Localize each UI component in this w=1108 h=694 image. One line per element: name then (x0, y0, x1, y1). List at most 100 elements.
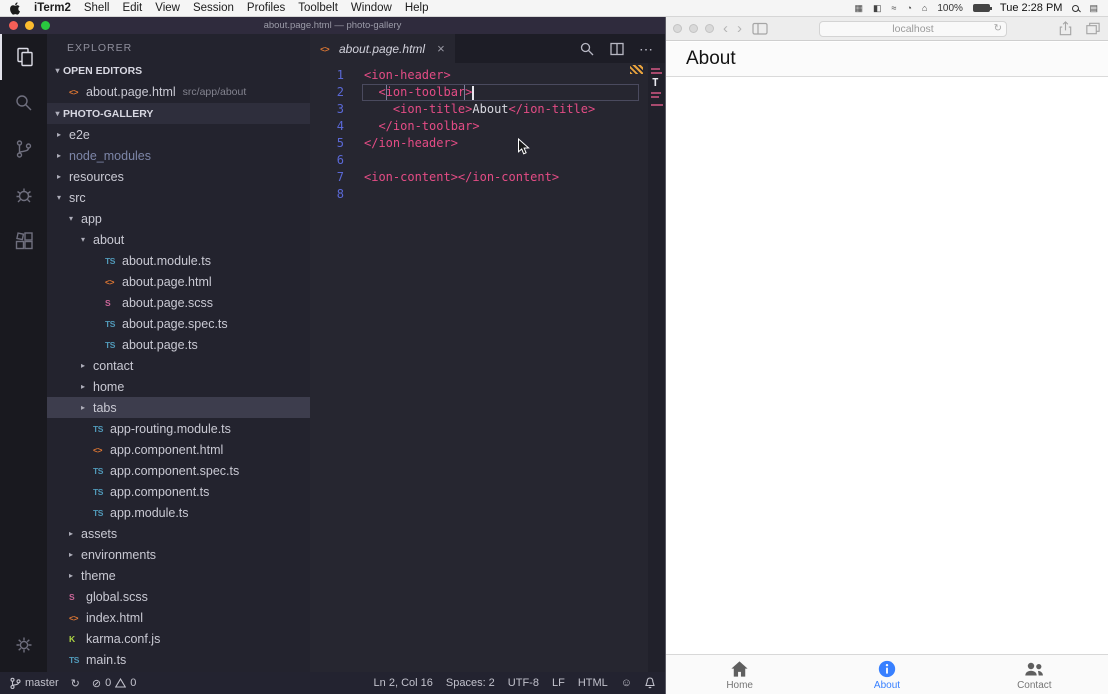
language-mode-status[interactable]: HTML (578, 677, 608, 689)
feedback-smiley-icon[interactable]: ☺ (621, 677, 632, 689)
tree-item-app-component-spec-ts[interactable]: TSapp.component.spec.ts (47, 460, 310, 481)
explorer-activity-button[interactable] (0, 34, 47, 80)
tree-item-about-module-ts[interactable]: TSabout.module.ts (47, 250, 310, 271)
close-window-button[interactable] (9, 21, 18, 30)
tree-item-tabs[interactable]: ▸tabs (47, 397, 310, 418)
tree-item-karma-conf-js[interactable]: Kkarma.conf.js (47, 628, 310, 649)
tree-item-about-page-spec-ts[interactable]: TSabout.page.spec.ts (47, 313, 310, 334)
overview-ruler-marker (630, 65, 643, 74)
tab-overview-icon[interactable] (1084, 20, 1101, 37)
minimize-window-button[interactable] (689, 24, 698, 33)
menu-profiles[interactable]: Profiles (247, 2, 285, 14)
status-icon[interactable]: ◔ (906, 3, 911, 13)
html-file-icon: <> (93, 445, 110, 455)
tree-item-main-ts[interactable]: TSmain.ts (47, 649, 310, 670)
tab-about-page-html[interactable]: <> about.page.html × (310, 34, 455, 63)
tree-item-environments[interactable]: ▸environments (47, 544, 310, 565)
source-control-activity-button[interactable] (0, 126, 47, 172)
search-activity-button[interactable] (0, 80, 47, 126)
tree-item-resources[interactable]: ▸resources (47, 166, 310, 187)
menu-view[interactable]: View (155, 2, 180, 14)
cursor-position-status[interactable]: Ln 2, Col 16 (374, 677, 433, 689)
tree-item-about-page-scss[interactable]: Sabout.page.scss (47, 292, 310, 313)
code-line: 8 (310, 186, 665, 203)
tree-item-app-module-ts[interactable]: TSapp.module.ts (47, 502, 310, 523)
open-editor-item[interactable]: <> about.page.html src/app/about (47, 81, 310, 103)
tree-item-app-component-ts[interactable]: TSapp.component.ts (47, 481, 310, 502)
search-icon (13, 92, 35, 114)
back-button[interactable]: ‹ (723, 21, 728, 36)
safari-toolbar[interactable]: ‹ › localhost ↻ (666, 17, 1108, 41)
tree-item-contact[interactable]: ▸contact (47, 355, 310, 376)
status-icon[interactable]: ◧ (873, 3, 882, 14)
share-icon[interactable] (1057, 20, 1074, 37)
tree-item-theme[interactable]: ▸theme (47, 565, 310, 586)
status-icon[interactable]: ≈ (892, 3, 897, 13)
indentation-status[interactable]: Spaces: 2 (446, 677, 495, 689)
close-window-button[interactable] (673, 24, 682, 33)
more-actions-icon[interactable]: ⋯ (639, 42, 653, 56)
sync-status[interactable]: ↻ (71, 677, 80, 690)
minimap[interactable]: T (648, 63, 665, 672)
reload-icon[interactable]: ↻ (994, 23, 1002, 34)
menu-help[interactable]: Help (405, 2, 429, 14)
battery-icon[interactable] (973, 4, 990, 12)
project-section-header[interactable]: ▾ PHOTO-GALLERY (47, 103, 310, 124)
code-editor[interactable]: 1<ion-header> 2 <ion-toolbar> 3 <ion-tit… (310, 63, 665, 672)
zoom-window-button[interactable] (41, 21, 50, 30)
tree-item-src[interactable]: ▾src (47, 187, 310, 208)
notification-center-icon[interactable]: ▤ (1089, 3, 1098, 14)
status-icon[interactable]: ▦ (854, 3, 863, 14)
debug-activity-button[interactable] (0, 172, 47, 218)
menu-edit[interactable]: Edit (122, 2, 142, 14)
notifications-bell-icon[interactable] (645, 677, 655, 689)
menu-shell[interactable]: Shell (84, 2, 110, 14)
settings-button[interactable] (0, 622, 47, 668)
tree-item-assets[interactable]: ▸assets (47, 523, 310, 544)
problems-status[interactable]: ⊘ 0 0 (92, 677, 136, 690)
address-bar[interactable]: localhost ↻ (819, 21, 1007, 37)
spotlight-icon[interactable] (1072, 5, 1079, 12)
minimap-line (651, 72, 662, 74)
vscode-titlebar[interactable]: about.page.html — photo-gallery (0, 17, 665, 34)
sidebar-toggle-icon[interactable] (751, 20, 769, 37)
eol-status[interactable]: LF (552, 677, 565, 689)
tree-item-app-routing-module-ts[interactable]: TSapp-routing.module.ts (47, 418, 310, 439)
status-icon[interactable]: ⌂ (922, 3, 927, 13)
tree-item-global-scss[interactable]: Sglobal.scss (47, 586, 310, 607)
chevron-right-icon: ▸ (57, 151, 69, 160)
tree-item-e2e[interactable]: ▸e2e (47, 124, 310, 145)
menu-window[interactable]: Window (351, 2, 392, 14)
scss-file-icon: S (105, 298, 122, 308)
tree-item-node-modules[interactable]: ▸node_modules (47, 145, 310, 166)
code-line-current: 2 <ion-toolbar> (310, 84, 665, 101)
split-editor-icon[interactable] (609, 41, 625, 57)
tab-contact[interactable]: Contact (961, 655, 1108, 694)
error-icon: ⊘ (92, 677, 101, 690)
open-editors-section-header[interactable]: ▾ OPEN EDITORS (47, 60, 310, 81)
menubar-clock[interactable]: Tue 2:28 PM (1000, 2, 1063, 14)
tree-item-about-page-html[interactable]: <>about.page.html (47, 271, 310, 292)
minimize-window-button[interactable] (25, 21, 34, 30)
tree-item-index-html[interactable]: <>index.html (47, 607, 310, 628)
tab-about[interactable]: About (813, 655, 960, 694)
git-branch-status[interactable]: master (10, 677, 59, 690)
tree-item-about-page-ts[interactable]: TSabout.page.ts (47, 334, 310, 355)
menubar-app-name[interactable]: iTerm2 (34, 2, 71, 14)
encoding-status[interactable]: UTF-8 (508, 677, 539, 689)
tree-item-home[interactable]: ▸home (47, 376, 310, 397)
tree-item-app-component-html[interactable]: <>app.component.html (47, 439, 310, 460)
address-text: localhost (892, 23, 933, 35)
apple-menu-icon[interactable] (10, 2, 21, 15)
close-tab-icon[interactable]: × (437, 41, 445, 56)
git-branch-icon (10, 677, 21, 690)
menu-session[interactable]: Session (193, 2, 234, 14)
tree-item-app[interactable]: ▾app (47, 208, 310, 229)
find-icon[interactable] (579, 41, 595, 57)
tab-home[interactable]: Home (666, 655, 813, 694)
menu-toolbelt[interactable]: Toolbelt (298, 2, 338, 14)
extensions-activity-button[interactable] (0, 218, 47, 264)
zoom-window-button[interactable] (705, 24, 714, 33)
tree-item-about[interactable]: ▾about (47, 229, 310, 250)
forward-button[interactable]: › (737, 21, 742, 36)
